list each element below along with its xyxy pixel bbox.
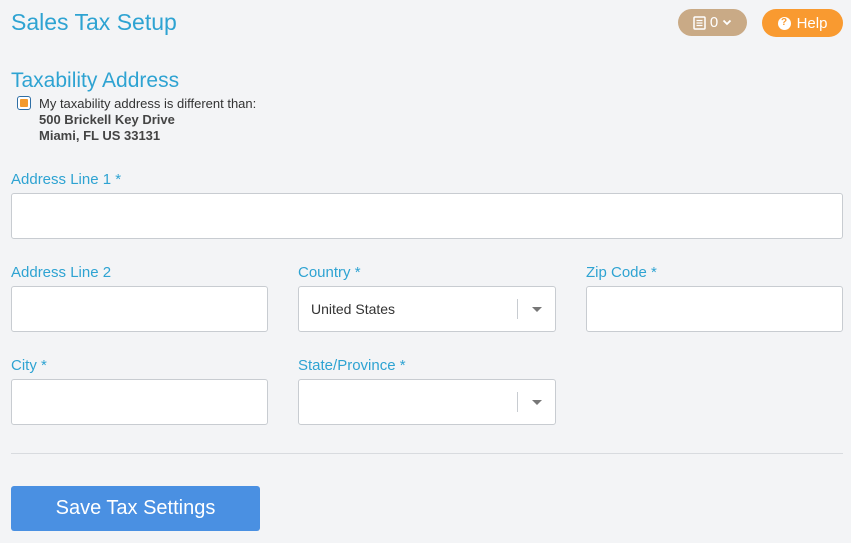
question-circle-icon: ? [777,16,791,30]
default-address-line-1: 500 Brickell Key Drive [39,112,175,127]
address-line-1-input[interactable] [11,193,843,239]
country-selected-value: United States [311,301,396,317]
checkbox-checked-mark [20,99,28,107]
different-address-checkbox[interactable] [17,96,31,110]
chevron-down-icon [723,19,732,26]
city-input[interactable] [11,379,268,425]
save-tax-settings-button[interactable]: Save Tax Settings [11,486,260,531]
zip-code-label: Zip Code * [586,264,657,281]
country-label: Country * [298,264,361,281]
notes-button[interactable]: 0 [678,9,747,36]
address-line-2-label: Address Line 2 [11,264,112,281]
default-address-line-2: Miami, FL US 33131 [39,128,161,143]
page-title: Sales Tax Setup [11,9,177,35]
address-line-2-input[interactable] [11,286,268,332]
checkbox-label: My taxability address is different than: [39,96,257,111]
state-province-label: State/Province * [298,357,406,374]
zip-code-input[interactable] [586,286,843,332]
section-title: Taxability Address [11,69,180,92]
document-icon [693,15,706,30]
notes-count: 0 [709,14,719,31]
country-select[interactable]: United States [298,286,556,332]
section-divider [11,453,843,454]
dropdown-arrow-icon[interactable] [518,399,555,405]
help-label: Help [796,14,828,32]
help-button[interactable]: ? Help [762,9,843,37]
state-province-select[interactable] [298,379,556,425]
address-line-1-label: Address Line 1 * [11,171,122,188]
city-label: City * [11,357,47,374]
dropdown-arrow-icon[interactable] [518,306,555,312]
